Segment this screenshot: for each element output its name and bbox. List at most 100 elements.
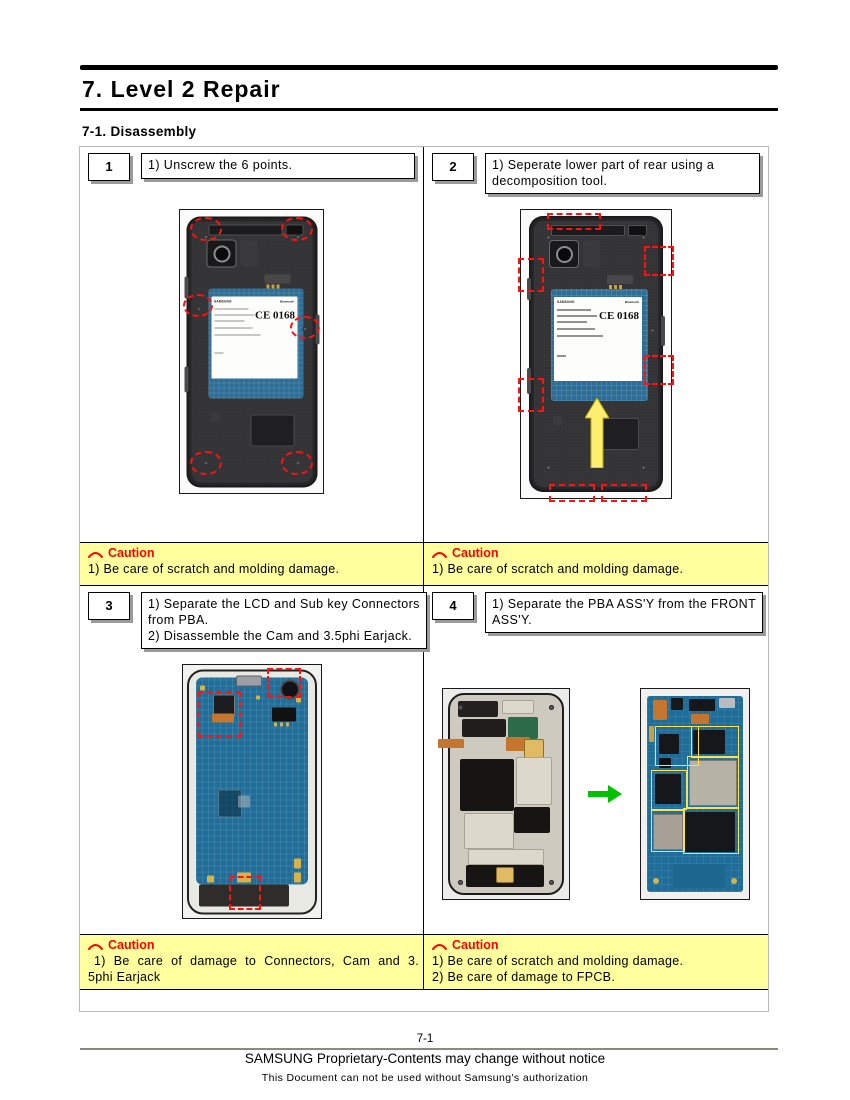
battery-label: SAMSUNG Bluetooth CE 0168 <box>554 297 642 381</box>
front-assembly <box>438 693 564 895</box>
caution-header: Caution <box>432 546 764 561</box>
side-button <box>184 276 188 298</box>
shield-outline-4 <box>651 770 687 810</box>
sim-tray <box>264 274 290 283</box>
caution-header: Caution <box>88 938 419 953</box>
section-title: 7-1. Disassembly <box>82 124 197 139</box>
usb-connector <box>235 675 262 686</box>
step-header-4: 4 1) Separate the PBA ASS'Y from the FRO… <box>432 592 764 633</box>
clip-marker-3 <box>518 258 544 292</box>
label-bluetooth: Bluetooth <box>625 300 639 304</box>
side-button-2 <box>184 366 188 392</box>
clip-marker-1 <box>547 213 601 230</box>
step-instruction-line: 1) Separate the LCD and Sub key Connecto… <box>148 597 420 611</box>
screw-marker-5 <box>190 451 222 475</box>
label-bluetooth: Bluetooth <box>280 299 294 303</box>
caution-cell-1: Caution 1) Be care of scratch and moldin… <box>80 543 424 585</box>
caution-cell-2: Caution 1) Be care of scratch and moldin… <box>424 543 768 585</box>
camera-marker <box>196 691 241 737</box>
photo-phone-rear-clips: SAMSUNG Bluetooth CE 0168 <box>518 209 674 502</box>
caution-arc-icon <box>432 944 447 950</box>
shield-top <box>458 701 498 717</box>
caution-title: Caution <box>108 546 155 560</box>
caution-row-1: Caution 1) Be care of scratch and moldin… <box>80 542 768 586</box>
page-number: 7-1 <box>416 1033 434 1045</box>
shield-main <box>460 759 514 811</box>
step-instruction-line: from PBA. <box>148 613 209 627</box>
label-ce-mark: CE 0168 <box>255 309 296 321</box>
step-header-2: 2 1) Seperate lower part of rear using a… <box>432 153 760 194</box>
caution-row-2: Caution 1) Be care of damage to Connecto… <box>80 934 768 990</box>
caution-text: 1) Be care of scratch and molding damage… <box>88 562 340 576</box>
step-number-3: 3 <box>88 592 130 620</box>
caution-cell-3: Caution 1) Be care of damage to Connecto… <box>80 935 424 989</box>
rear-molding <box>240 240 257 266</box>
disassembly-table: 1 1) Unscrew the 6 points. SAMSUNG Bluet… <box>79 146 769 1012</box>
fpcb-tail <box>438 739 464 748</box>
step-instruction-line: 1) Unscrew the 6 points. <box>148 158 293 172</box>
caution-header: Caution <box>88 546 419 561</box>
step-instruction-line: ASS'Y. <box>492 613 532 627</box>
step-header-3: 3 1) Separate the LCD and Sub key Connec… <box>88 592 427 649</box>
step-instructions-4: 1) Separate the PBA ASS'Y from the FRONT… <box>485 592 764 633</box>
footer-rule <box>80 1048 778 1050</box>
camera-lens-icon <box>213 245 230 262</box>
battery-label: SAMSUNG Bluetooth CE 0168 <box>211 296 297 378</box>
screw-marker-4 <box>290 316 320 339</box>
step-number-1: 1 <box>88 153 130 181</box>
step-instruction-line: 1) Seperate lower part of rear using a <box>492 158 715 172</box>
step-number-2: 2 <box>432 153 474 181</box>
direction-arrow-up <box>585 398 609 468</box>
phone-body: SAMSUNG Bluetooth CE 0168 <box>527 216 665 492</box>
clip-marker-7 <box>601 484 647 502</box>
caution-title: Caution <box>452 546 499 560</box>
photo-pba-in-front-assy <box>181 664 322 919</box>
clip-marker-5 <box>518 378 544 412</box>
photo-front-assy <box>438 688 570 900</box>
service-manual-page: 7. Level 2 Repair 7-1. Disassembly 1 1) … <box>0 0 850 1100</box>
caution-text: 1) Be care of scratch and molding damage… <box>432 954 684 968</box>
shield-outline-2 <box>691 726 739 758</box>
shield-side <box>516 757 552 805</box>
step-cell-1: 1 1) Unscrew the 6 points. SAMSUNG Bluet… <box>80 147 424 542</box>
clip-marker-4 <box>644 355 674 385</box>
photo-pba-assy <box>640 688 750 900</box>
caution-arc-icon <box>432 552 447 558</box>
screw-marker-3 <box>183 294 213 317</box>
camera-socket <box>524 739 544 759</box>
connector-socket <box>496 867 514 883</box>
shield-outline-6 <box>683 808 739 854</box>
caution-header: Caution <box>432 938 764 953</box>
shield-lower <box>464 813 514 849</box>
camera-lens-icon <box>556 246 573 263</box>
footer-notice: SAMSUNG Proprietary-Contents may change … <box>244 1051 606 1066</box>
phone-body: SAMSUNG Bluetooth CE 0168 <box>184 216 319 487</box>
caution-text: 1) Be care of scratch and molding damage… <box>432 562 684 576</box>
caution-text: 1) Be care of damage to Connectors, Cam … <box>94 954 419 968</box>
rear-molding <box>583 241 600 267</box>
caution-text: 2) Be care of damage to FPCB. <box>432 970 616 984</box>
ic-chip <box>271 707 296 721</box>
battery-well: SAMSUNG Bluetooth CE 0168 <box>208 288 303 398</box>
step-number-4: 4 <box>432 592 474 620</box>
shield-top-2 <box>502 700 534 714</box>
step-photo-area-1: SAMSUNG Bluetooth CE 0168 <box>80 209 423 538</box>
steps-row-1: 1 1) Unscrew the 6 points. SAMSUNG Bluet… <box>80 147 768 542</box>
step-photo-area-3 <box>80 664 423 930</box>
step-instruction-line: 2) Disassemble the Cam and 3.5phi Earjac… <box>148 629 413 643</box>
step-header-1: 1 1) Unscrew the 6 points. <box>88 153 415 181</box>
header-rule-top <box>80 65 778 70</box>
fpcb-orange <box>653 700 667 720</box>
earjack-marker <box>266 668 301 698</box>
photo-phone-rear-screws: SAMSUNG Bluetooth CE 0168 <box>179 209 324 494</box>
battery-well: SAMSUNG Bluetooth CE 0168 <box>551 289 648 401</box>
caution-cell-4: Caution 1) Be care of scratch and moldin… <box>424 935 768 989</box>
shield-outline-3 <box>687 756 739 808</box>
steps-row-2: 3 1) Separate the LCD and Sub key Connec… <box>80 586 768 934</box>
page-title: 7. Level 2 Repair <box>82 76 281 102</box>
step-photo-area-2: SAMSUNG Bluetooth CE 0168 <box>424 209 768 538</box>
step-instruction-line: decomposition tool. <box>492 174 608 188</box>
step-cell-3: 3 1) Separate the LCD and Sub key Connec… <box>80 586 427 934</box>
caution-title: Caution <box>108 938 155 952</box>
transfer-arrow-icon <box>588 785 622 803</box>
